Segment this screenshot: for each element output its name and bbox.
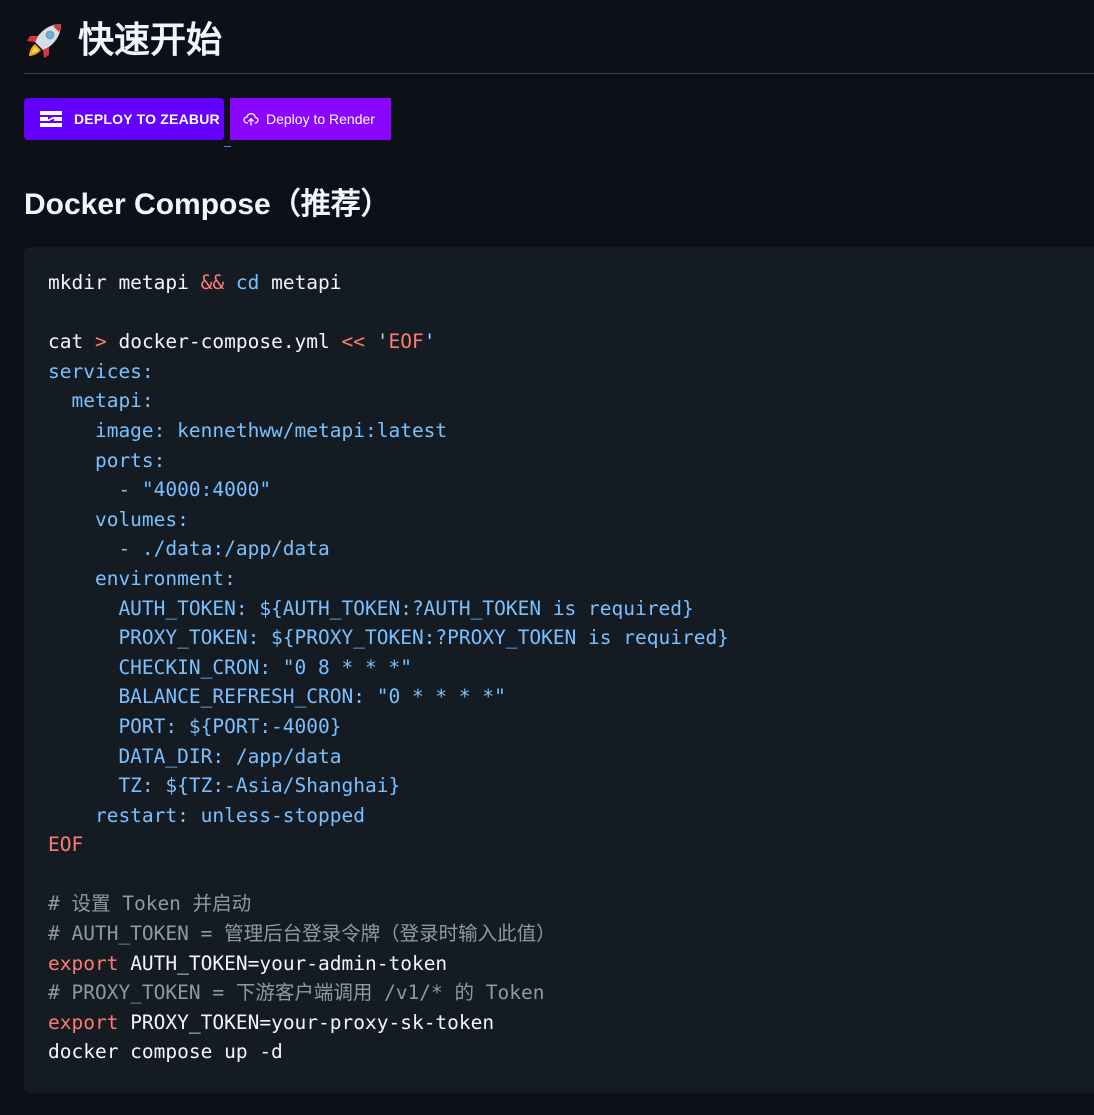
code-block[interactable]: mkdir metapi && cd metapi cat > docker-co… — [24, 247, 1094, 1093]
link-underline — [224, 146, 231, 147]
deploy-to-zeabur-button[interactable]: DEPLOY TO ZEABUR — [24, 98, 224, 140]
heading-divider — [24, 73, 1094, 74]
code-string: ' — [423, 330, 436, 354]
code-line: export PROXY_TOKEN=your-proxy-sk-token — [48, 1008, 1094, 1038]
code-token: cat — [48, 330, 95, 354]
code-heredoc-marker: EOF — [388, 330, 424, 354]
code-comment: # AUTH_TOKEN = 管理后台登录令牌（登录时输入此值） — [48, 922, 556, 946]
yaml-line: - ./data:/app/data — [48, 537, 330, 561]
code-builtin: cd — [235, 271, 260, 294]
yaml-line: services: — [48, 359, 154, 383]
yaml-line: ports: — [48, 448, 166, 472]
code-operator: && — [200, 271, 225, 294]
zeabur-logo-icon — [40, 111, 62, 127]
yaml-line: environment: — [48, 566, 236, 590]
cloud-upload-icon — [243, 112, 259, 126]
yaml-line: PORT: ${PORT:-4000} — [48, 714, 342, 738]
yaml-line: image: kennethww/metapi:latest — [48, 418, 448, 442]
readme-page: 快速开始 DEPLOY TO ZEABUR Deploy to Render D… — [0, 0, 1094, 1115]
code-token: AUTH_TOKEN=your-admin-token — [118, 951, 448, 975]
code-token: docker-compose.yml — [106, 330, 342, 354]
code-line: docker compose up -d — [48, 1040, 283, 1064]
code-line: cat > docker-compose.yml << 'EOF' — [48, 327, 1094, 357]
section-heading: 快速开始 — [24, 14, 222, 66]
yaml-line: AUTH_TOKEN: ${AUTH_TOKEN:?AUTH_TOKEN is … — [48, 596, 694, 620]
code-token: PROXY_TOKEN=your-proxy-sk-token — [118, 1010, 495, 1034]
yaml-line: PROXY_TOKEN: ${PROXY_TOKEN:?PROXY_TOKEN … — [48, 626, 729, 650]
deploy-to-zeabur-label: DEPLOY TO ZEABUR — [74, 111, 220, 127]
code-comment: # 设置 Token 并启动 — [48, 892, 252, 916]
yaml-line: restart: unless-stopped — [48, 803, 365, 827]
code-heredoc-marker: EOF — [48, 833, 84, 857]
yaml-line: TZ: ${TZ:-Asia/Shanghai} — [48, 774, 401, 798]
code-string: ' — [376, 330, 389, 354]
code-token: metapi — [259, 271, 342, 294]
deploy-to-render-button[interactable]: Deploy to Render — [230, 98, 391, 140]
code-operator: > — [94, 330, 107, 354]
rocket-icon — [27, 24, 61, 58]
code-line: mkdir metapi && cd metapi — [48, 268, 1094, 298]
deploy-to-render-label: Deploy to Render — [266, 111, 375, 127]
code-keyword: export — [48, 951, 119, 975]
code-comment: # PROXY_TOKEN = 下游客户端调用 /v1/* 的 Token — [48, 981, 545, 1005]
yaml-line: CHECKIN_CRON: "0 8 * * *" — [48, 655, 412, 679]
yaml-line: DATA_DIR: /app/data — [48, 744, 342, 768]
code-keyword: export — [48, 1010, 119, 1034]
yaml-line: - "4000:4000" — [48, 478, 272, 502]
code-content[interactable]: mkdir metapi && cd metapi cat > docker-co… — [48, 268, 1094, 1067]
code-line: export AUTH_TOKEN=your-admin-token — [48, 949, 1094, 979]
code-operator: << — [341, 330, 366, 354]
section-heading-text: 快速开始 — [78, 19, 223, 60]
yaml-line: BALANCE_REFRESH_CRON: "0 * * * *" — [48, 685, 506, 709]
yaml-line: volumes: — [48, 507, 189, 531]
yaml-line: metapi: — [48, 389, 154, 413]
code-token: mkdir metapi — [48, 271, 201, 294]
docker-compose-heading: Docker Compose（推荐） — [24, 188, 391, 221]
